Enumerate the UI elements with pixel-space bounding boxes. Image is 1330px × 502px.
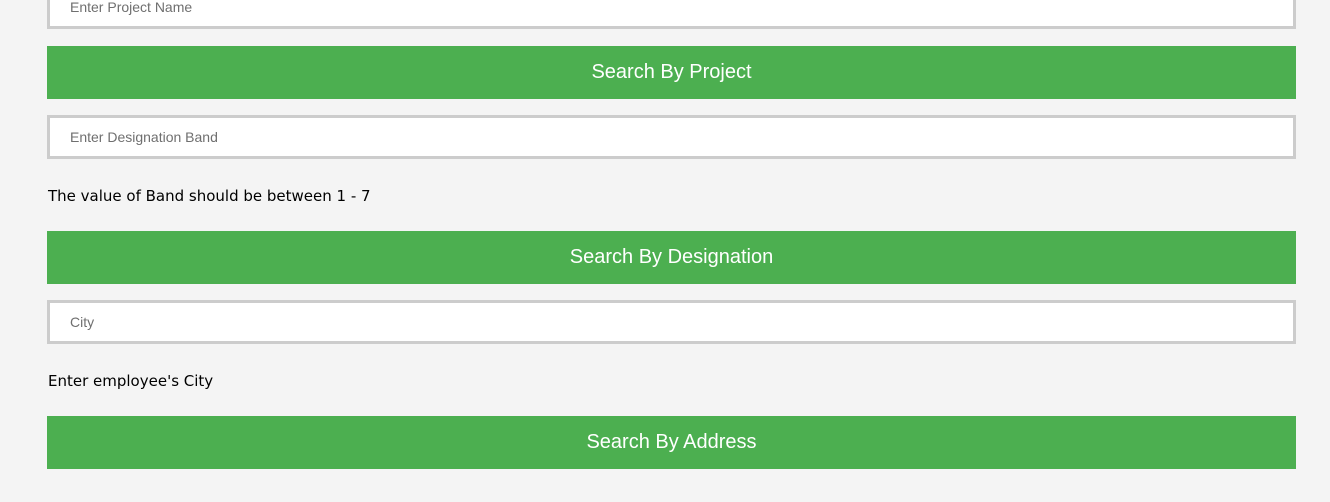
- search-form: Search By Project The value of Band shou…: [0, 0, 1330, 502]
- designation-band-hint: The value of Band should be between 1 - …: [48, 187, 371, 205]
- search-by-address-button[interactable]: Search By Address: [47, 416, 1296, 469]
- city-hint: Enter employee's City: [48, 372, 214, 390]
- project-name-input[interactable]: [47, 0, 1296, 29]
- search-by-designation-button[interactable]: Search By Designation: [47, 231, 1296, 284]
- designation-band-input[interactable]: [47, 115, 1296, 159]
- search-by-project-button[interactable]: Search By Project: [47, 46, 1296, 99]
- city-input[interactable]: [47, 300, 1296, 344]
